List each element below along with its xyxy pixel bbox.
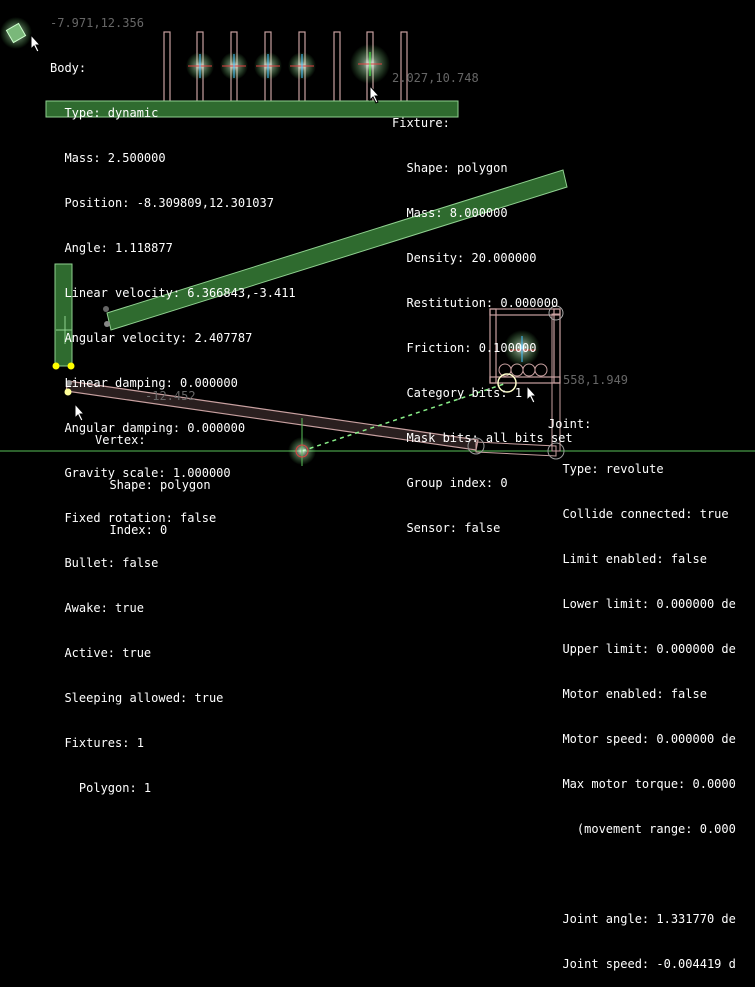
body-info-line: Linear damping: 0.000000 — [50, 376, 238, 390]
body-info-line: Angle: 1.118877 — [50, 241, 173, 255]
joint-info-line: Max motor torque: 0.0000 — [548, 777, 736, 791]
body-info-line: Mass: 2.500000 — [50, 151, 166, 165]
vertex-info-line: Index: 0 — [95, 523, 168, 537]
fixture-info-line: Category bits: 1 — [392, 386, 523, 400]
joint-info-line: Limit enabled: false — [548, 552, 707, 566]
fixture-info-line: Shape: polygon — [392, 161, 508, 175]
body-info-line: Fixtures: 1 — [50, 736, 144, 750]
joint-info-panel: Joint: Type: revolute Collide connected:… — [548, 387, 736, 987]
joint-info-line: Motor enabled: false — [548, 687, 707, 701]
fixture-info-line: Density: 20.000000 — [392, 251, 537, 265]
body-info-line: Sleeping allowed: true — [50, 691, 224, 705]
body-info-line: Type: dynamic — [50, 106, 159, 120]
joint-info-line: Lower limit: 0.000000 de — [548, 597, 736, 611]
body-coord-label: -7.971,12.356 — [50, 16, 144, 30]
vertex-info-panel: Vertex: Shape: polygon Index: 0 — [95, 403, 211, 553]
body-info-line: Active: true — [50, 646, 152, 660]
fixture-info-line: Mask bits: all bits set — [392, 431, 573, 445]
body-info-line: Body: — [50, 61, 87, 75]
fixture-info-line: Restitution: 0.000000 — [392, 296, 559, 310]
joint-info-line: Joint: — [548, 417, 592, 431]
joint-info-line: Collide connected: true — [548, 507, 729, 521]
body-info-line: Angular velocity: 2.407787 — [50, 331, 253, 345]
joint-info-line: Type: revolute — [548, 462, 664, 476]
mouse-cursor-icon — [369, 84, 381, 104]
joint-info-line: Upper limit: 0.000000 de — [548, 642, 736, 656]
joint-info-line: Joint angle: 1.331770 de — [548, 912, 736, 926]
joint-info-line — [548, 867, 736, 882]
joint-info-line: (movement range: 0.000 — [548, 822, 736, 836]
fixture-info-line: Fixture: — [392, 116, 450, 130]
body-info-line: Awake: true — [50, 601, 144, 615]
body-info-line: Polygon: 1 — [50, 781, 152, 795]
joint-info-line: Motor speed: 0.000000 de — [548, 732, 736, 746]
joint-info-line: Joint speed: -0.004419 d — [548, 957, 736, 971]
fixture-info-line: Friction: 0.100000 — [392, 341, 537, 355]
vertex-info-line: Shape: polygon — [95, 478, 211, 492]
fixture-info-line: Mass: 8.000000 — [392, 206, 508, 220]
body-info-line: Linear velocity: 6.366843,-3.411 — [50, 286, 296, 300]
joint-coord-label: 558,1.949 — [563, 373, 629, 387]
fixture-coord-label: 2.027,10.748 — [392, 71, 479, 85]
mouse-cursor-icon — [30, 33, 42, 53]
vertex-info-line: Vertex: — [95, 433, 146, 447]
fixture-info-panel: Fixture: Shape: polygon Mass: 8.000000 D… — [392, 86, 573, 551]
fixture-info-line: Group index: 0 — [392, 476, 508, 490]
fixture-info-line: Sensor: false — [392, 521, 501, 535]
body-info-line: Bullet: false — [50, 556, 159, 570]
body-info-line: Position: -8.309809,12.301037 — [50, 196, 274, 210]
